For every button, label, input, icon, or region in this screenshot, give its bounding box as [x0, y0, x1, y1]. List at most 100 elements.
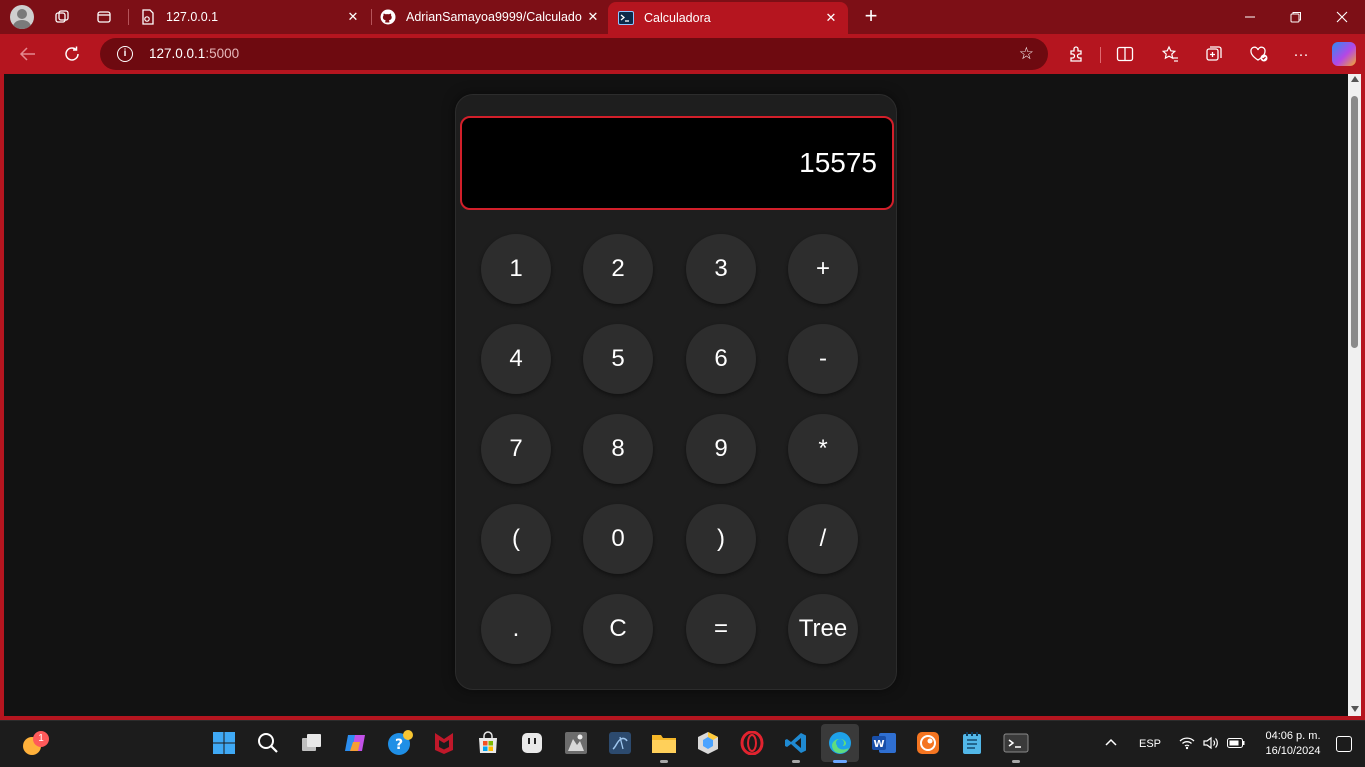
opera-icon[interactable] [737, 728, 767, 758]
calculator-display: 15575 [460, 116, 894, 210]
profile-avatar-icon[interactable] [10, 5, 34, 29]
url-port: :5000 [205, 46, 240, 61]
battery-icon[interactable] [1227, 737, 1245, 752]
workspaces-icon[interactable] [51, 6, 73, 28]
svg-text:?: ? [395, 737, 403, 753]
tab-localhost[interactable]: 127.0.0.1 ✕ [130, 0, 370, 34]
key-6[interactable]: 6 [686, 324, 756, 394]
running-indicator [660, 760, 668, 763]
close-tab-icon[interactable]: ✕ [342, 9, 364, 25]
tab-calculadora[interactable]: Calculadora ✕ [608, 2, 848, 34]
notification-badge: 1 [33, 731, 49, 747]
close-tab-icon[interactable]: ✕ [582, 9, 604, 25]
tab-label: AdrianSamayoa9999/Calculadora [406, 10, 582, 24]
key-minus[interactable]: - [788, 324, 858, 394]
show-hidden-icons-chevron-icon[interactable] [1104, 735, 1118, 750]
scrollbar-thumb[interactable] [1351, 96, 1358, 348]
toolbar-divider [1100, 47, 1101, 63]
vscode-icon[interactable] [781, 728, 811, 763]
key-multiply[interactable]: * [788, 414, 858, 484]
key-7[interactable]: 7 [481, 414, 551, 484]
weather-widget-icon[interactable]: 1 [20, 731, 49, 757]
key-3[interactable]: 3 [686, 234, 756, 304]
split-screen-icon[interactable] [1114, 43, 1136, 65]
search-icon[interactable] [253, 728, 283, 758]
start-windows-icon[interactable] [209, 728, 239, 758]
notifications-icon[interactable] [1336, 736, 1352, 752]
page-icon [140, 9, 156, 25]
new-tab-button[interactable]: + [859, 5, 883, 29]
tab-actions-icon[interactable] [93, 6, 115, 28]
app-icon-mysql-workbench[interactable] [605, 728, 635, 758]
browser-tab-strip: 127.0.0.1 ✕ AdrianSamayoa9999/Calculador… [0, 0, 1365, 34]
key-5[interactable]: 5 [583, 324, 653, 394]
volume-icon[interactable] [1203, 736, 1219, 753]
favorites-icon[interactable] [1159, 43, 1181, 65]
address-bar[interactable]: i 127.0.0.1:5000 ☆ [100, 38, 1048, 70]
more-options-icon[interactable]: ··· [1290, 43, 1312, 65]
tab-label: Calculadora [644, 11, 711, 25]
app-icon-cube[interactable] [693, 728, 723, 758]
svg-text:W: W [873, 739, 884, 750]
clock-time: 04:06 p. m. [1265, 730, 1321, 742]
browser-essentials-icon[interactable] [1248, 43, 1270, 65]
task-view-icon[interactable] [297, 728, 327, 758]
edge-icon[interactable] [821, 724, 859, 763]
extensions-icon[interactable] [1066, 43, 1088, 65]
key-2[interactable]: 2 [583, 234, 653, 304]
key-clear[interactable]: C [583, 594, 653, 664]
tab-separator [128, 9, 129, 25]
tab-label: 127.0.0.1 [166, 10, 219, 24]
key-8[interactable]: 8 [583, 414, 653, 484]
system-clock[interactable]: 04:06 p. m. 16/10/2024 [1258, 729, 1328, 759]
site-info-icon[interactable]: i [117, 46, 133, 62]
word-icon[interactable]: W [869, 728, 899, 758]
url-host: 127.0.0.1 [149, 46, 206, 61]
url-text: 127.0.0.1:5000 [149, 46, 239, 61]
input-language[interactable]: ESP [1139, 738, 1161, 750]
terminal-icon[interactable] [1001, 728, 1031, 763]
key-equals[interactable]: = [686, 594, 756, 664]
scroll-up-arrow-icon[interactable] [1351, 76, 1359, 82]
tab-github[interactable]: AdrianSamayoa9999/Calculadora ✕ [370, 0, 610, 34]
favorite-star-icon[interactable]: ☆ [1019, 44, 1034, 64]
app-icon-robot[interactable] [517, 728, 547, 758]
app-icon-game[interactable] [561, 728, 591, 758]
crunchyroll-icon[interactable] [913, 728, 943, 758]
key-9[interactable]: 9 [686, 414, 756, 484]
file-explorer-icon[interactable] [649, 728, 679, 763]
vertical-scrollbar[interactable] [1348, 74, 1361, 716]
key-open-paren[interactable]: ( [481, 504, 551, 574]
scroll-down-arrow-icon[interactable] [1351, 706, 1359, 712]
copilot-icon[interactable] [1332, 42, 1356, 66]
github-icon [380, 9, 396, 25]
running-indicator [1012, 760, 1020, 763]
refresh-icon[interactable] [61, 43, 83, 65]
microsoft-store-icon[interactable] [473, 728, 503, 758]
key-tree[interactable]: Tree [788, 594, 858, 664]
browser-toolbar: i 127.0.0.1:5000 ☆ ··· [0, 34, 1365, 74]
calculator: 15575 1 2 3 + 4 5 6 - 7 8 9 * ( 0 ) / . … [455, 94, 897, 690]
copilot-app-icon[interactable] [341, 728, 371, 758]
minimize-icon[interactable] [1227, 0, 1273, 34]
mcafee-icon[interactable] [429, 728, 459, 758]
active-indicator [833, 760, 847, 763]
back-arrow-icon[interactable] [17, 43, 39, 65]
terminal-favicon-icon [618, 10, 634, 26]
close-tab-icon[interactable]: ✕ [820, 10, 842, 26]
key-0[interactable]: 0 [583, 504, 653, 574]
key-close-paren[interactable]: ) [686, 504, 756, 574]
restore-icon[interactable] [1273, 0, 1319, 34]
key-1[interactable]: 1 [481, 234, 551, 304]
key-4[interactable]: 4 [481, 324, 551, 394]
notepad-icon[interactable] [957, 728, 987, 758]
close-window-icon[interactable] [1319, 0, 1365, 34]
key-divide[interactable]: / [788, 504, 858, 574]
key-plus[interactable]: + [788, 234, 858, 304]
clock-date: 16/10/2024 [1265, 745, 1321, 757]
running-indicator [792, 760, 800, 763]
collections-icon[interactable] [1203, 43, 1225, 65]
help-icon[interactable]: ? [385, 728, 415, 758]
wifi-icon[interactable] [1179, 736, 1195, 753]
key-decimal[interactable]: . [481, 594, 551, 664]
